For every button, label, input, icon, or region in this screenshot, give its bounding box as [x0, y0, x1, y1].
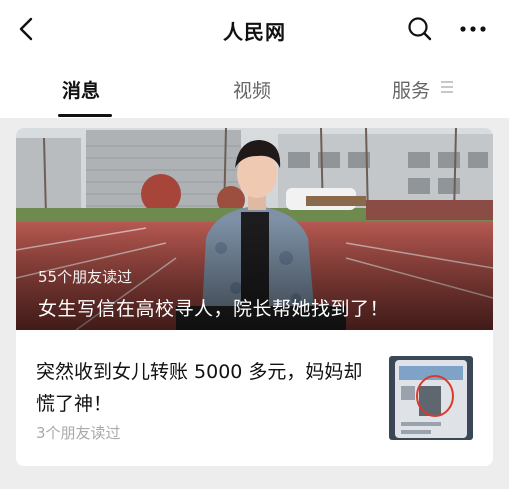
- hero-article[interactable]: 55个朋友读过 女生写信在高校寻人，院长帮她找到了！: [16, 128, 493, 330]
- hero-title[interactable]: 女生写信在高校寻人，院长帮她找到了！: [38, 294, 389, 321]
- more-dots-icon[interactable]: [456, 15, 490, 43]
- tab-bar: 消息 视频 服务: [0, 58, 509, 118]
- hero-read-count: 55个朋友读过: [38, 268, 133, 286]
- article-card: 55个朋友读过 女生写信在高校寻人，院长帮她找到了！ 突然收到女儿转账 5000…: [16, 128, 493, 466]
- list-item-read-count: 3个朋友读过: [36, 424, 121, 442]
- active-tab-indicator: [58, 114, 112, 117]
- tab-videos[interactable]: 视频: [233, 76, 271, 103]
- top-bar: 人民网: [0, 0, 509, 58]
- list-item-thumbnail[interactable]: [389, 356, 473, 440]
- menu-lines-icon[interactable]: [441, 80, 453, 94]
- search-icon[interactable]: [406, 15, 434, 43]
- tab-messages[interactable]: 消息: [62, 76, 100, 103]
- list-item-title[interactable]: 突然收到女儿转账 5000 多元，妈妈却慌了神！: [36, 356, 376, 420]
- tab-services[interactable]: 服务: [392, 76, 430, 103]
